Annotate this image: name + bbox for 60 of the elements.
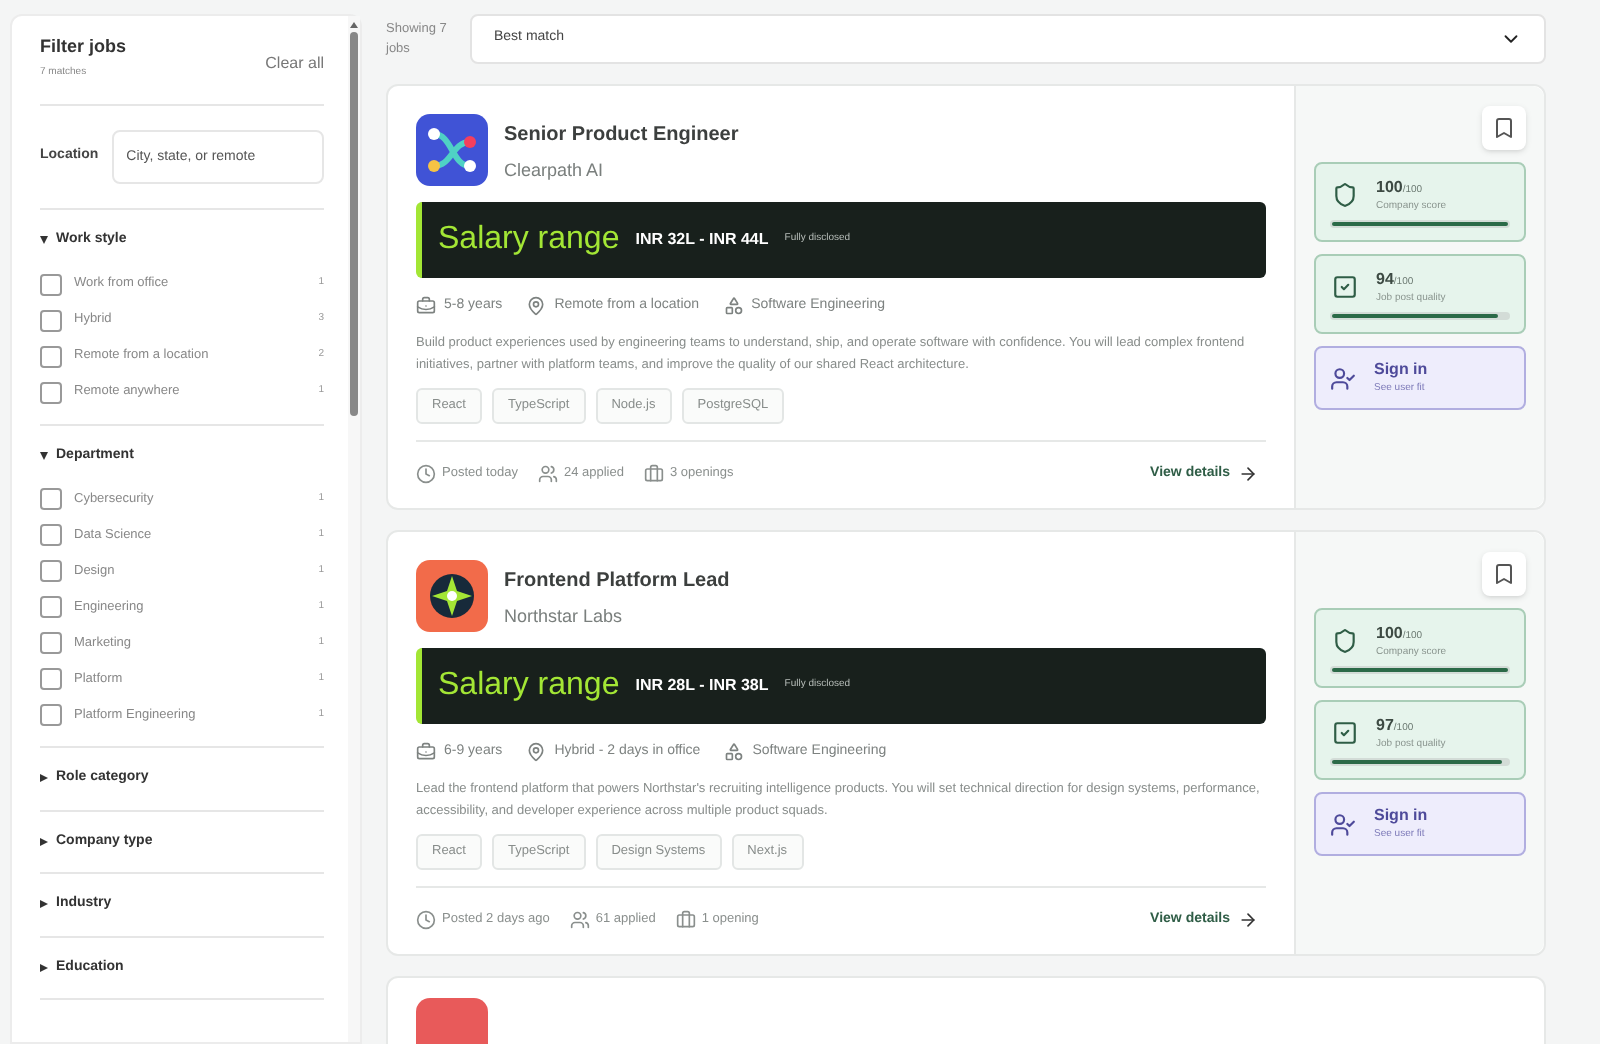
user-check-icon (1330, 811, 1356, 837)
clock-icon (416, 463, 436, 484)
caret-right-icon (40, 900, 48, 909)
sign-in-title: Sign in (1374, 358, 1428, 382)
checkbox[interactable] (40, 488, 62, 510)
caret-down-icon (40, 451, 48, 460)
checkbox[interactable] (40, 345, 62, 367)
bookmark-button[interactable] (1482, 552, 1526, 596)
checkbox[interactable] (40, 309, 62, 331)
filter-title: Filter jobs (40, 34, 127, 60)
briefcase-icon (416, 296, 436, 317)
clear-all-button[interactable]: Clear all (265, 52, 324, 76)
score-value: 94 (1376, 268, 1394, 292)
arrow-right-icon (1238, 909, 1258, 930)
salary-range: INR 28L - INR 38L (635, 674, 769, 698)
caret-down-icon (40, 236, 48, 245)
company-name: Clearpath AI (504, 158, 606, 184)
logo-icon (416, 560, 488, 632)
sign-in-title: Sign in (1374, 804, 1428, 828)
checkbox[interactable] (40, 381, 62, 403)
bookmark-icon (1492, 116, 1516, 140)
caret-right-icon (40, 837, 48, 846)
checkbox[interactable] (40, 704, 62, 726)
score-value: 97 (1376, 714, 1394, 738)
shield-icon (1332, 628, 1358, 655)
caret-right-icon (40, 963, 48, 972)
logo-icon (416, 114, 488, 186)
briefcase-icon (675, 909, 696, 930)
checkbox[interactable] (40, 596, 62, 618)
bookmark-button[interactable] (1482, 106, 1526, 150)
checkbox[interactable] (40, 273, 62, 295)
job-title[interactable]: Senior Product Engineer (504, 120, 739, 150)
company-name: Northstar Labs (504, 604, 625, 630)
shapes-icon (723, 296, 744, 317)
people-icon (569, 909, 590, 930)
shapes-icon (724, 742, 745, 763)
briefcase-icon (643, 463, 664, 484)
shield-icon (1332, 182, 1358, 209)
checklist-icon (1332, 720, 1358, 747)
score-value: 100 (1376, 622, 1403, 646)
checkbox[interactable] (40, 632, 62, 654)
people-icon (537, 463, 558, 484)
checkbox[interactable] (40, 524, 62, 546)
location-pin-icon (526, 296, 547, 317)
salary-label: Salary range (438, 666, 620, 706)
briefcase-icon (416, 742, 436, 763)
salary-range: INR 32L - INR 44L (635, 228, 769, 252)
checkbox[interactable] (40, 668, 62, 690)
bookmark-icon (1492, 562, 1516, 586)
arrow-right-icon (1238, 463, 1258, 484)
score-value: 100 (1376, 176, 1403, 200)
checkbox[interactable] (40, 560, 62, 582)
scrollbar-thumb[interactable] (350, 32, 358, 416)
user-check-icon (1330, 365, 1356, 391)
clock-icon (416, 909, 436, 930)
salary-label: Salary range (438, 220, 620, 260)
job-title[interactable]: Frontend Platform Lead (504, 566, 730, 596)
location-pin-icon (526, 742, 547, 763)
checklist-icon (1332, 274, 1358, 301)
caret-right-icon (40, 774, 48, 783)
